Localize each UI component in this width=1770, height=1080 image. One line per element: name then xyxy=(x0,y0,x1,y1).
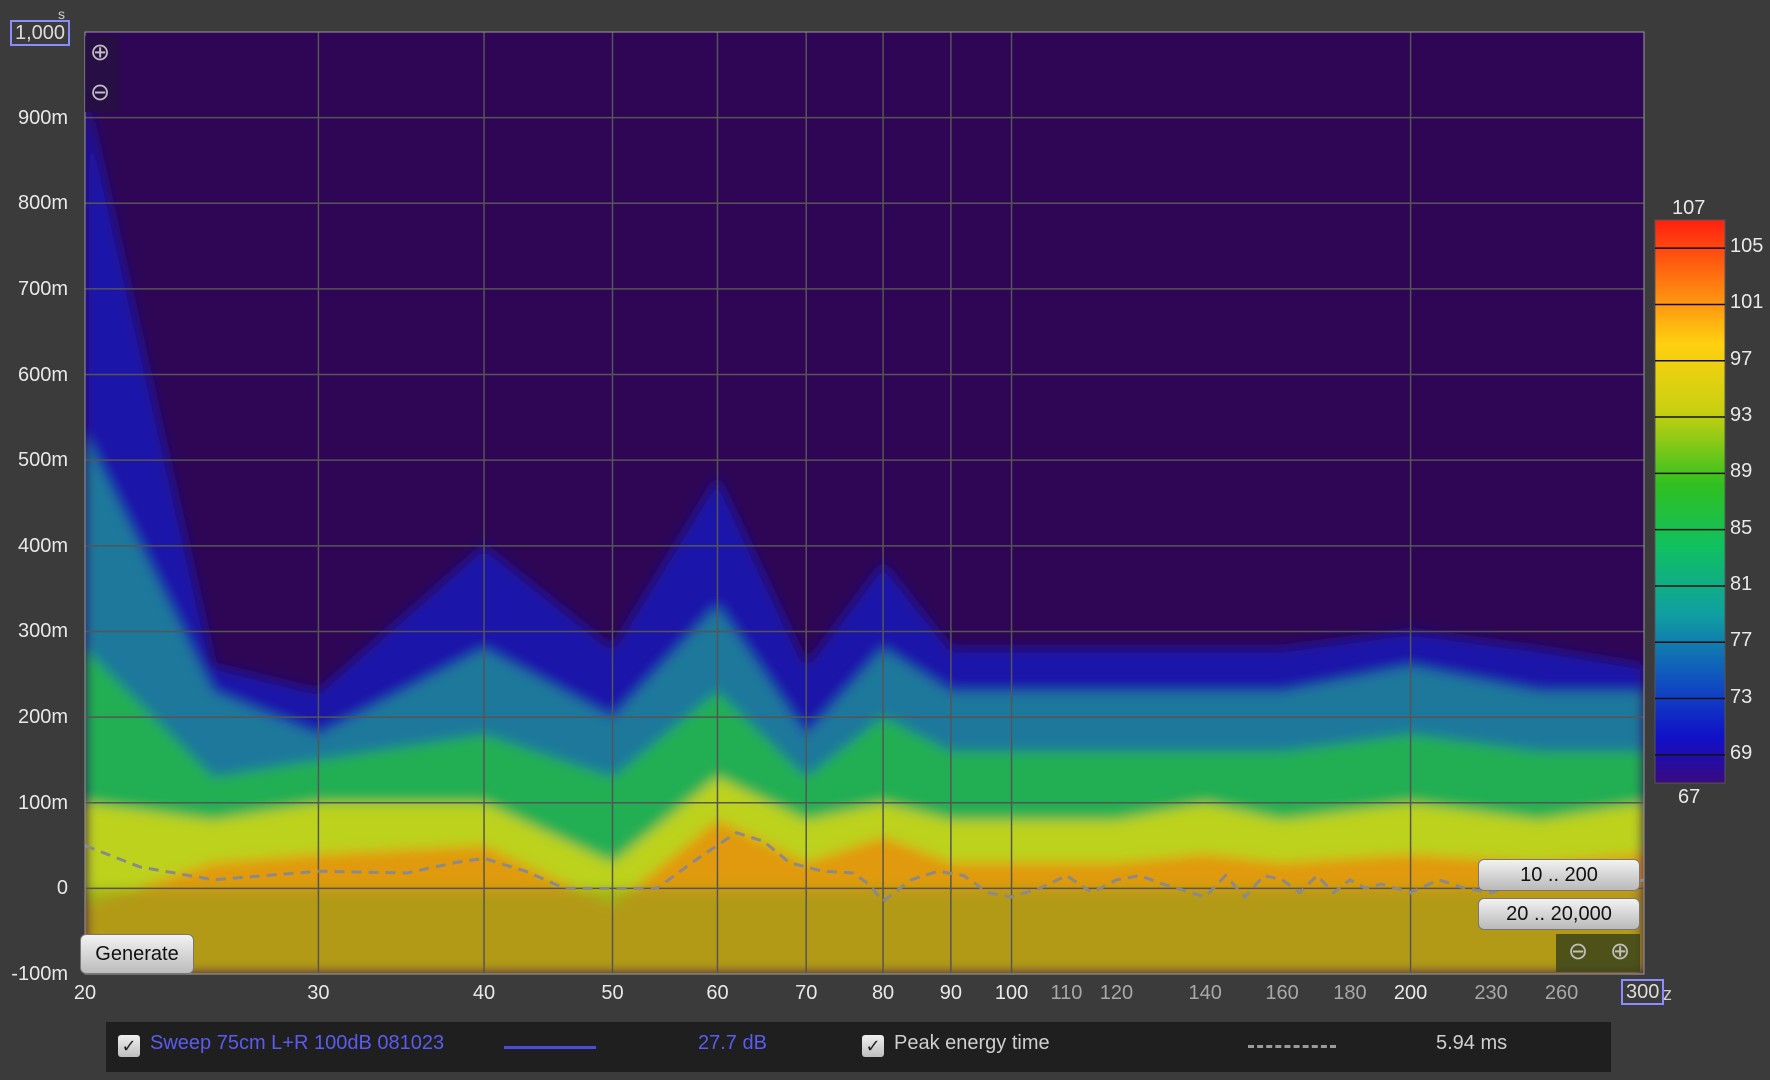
colorbar-tick-label: 85 xyxy=(1730,516,1753,539)
x-tick-label: 20 xyxy=(73,982,97,1004)
colorbar-tick-label: 89 xyxy=(1730,460,1753,483)
y-tick-label: 200m xyxy=(17,706,68,729)
x-tick-label: 180 xyxy=(1333,982,1367,1004)
x-tick-label: 260 xyxy=(1544,982,1579,1004)
y-tick-label: 300m xyxy=(17,620,68,643)
measurement-line-swatch xyxy=(504,1046,596,1049)
legend-bar: ✓ Sweep 75cm L+R 100dB 081023 27.7 dB ✓ … xyxy=(106,1022,1611,1072)
x-tick-label: 50 xyxy=(601,982,624,1004)
x-tick-label: 30 xyxy=(307,982,330,1004)
x-tick-label: 100 xyxy=(994,982,1029,1004)
zoom-in-vertical-icon[interactable]: ⊕ xyxy=(87,40,113,66)
x-tick-label: 80 xyxy=(871,982,895,1004)
peak-energy-line-swatch xyxy=(1248,1045,1336,1048)
colorbar-tick-label: 101 xyxy=(1730,291,1764,314)
x-tick-label: 120 xyxy=(1099,982,1134,1004)
y-tick-label: 0 xyxy=(56,877,68,900)
colorbar-tick-label: 97 xyxy=(1730,347,1753,370)
colorbar-tick-label: 105 xyxy=(1730,235,1764,258)
x-tick-label: 200 xyxy=(1393,982,1428,1004)
x-unit-suffix: z xyxy=(1663,984,1672,1004)
y-tick-label: -100m xyxy=(11,963,68,985)
colorbar-bottom-label: 67 xyxy=(1678,786,1701,808)
x-tick-label: 160 xyxy=(1265,982,1299,1004)
colorbar-tick-label: 77 xyxy=(1730,629,1753,652)
y-tick-label: 100m xyxy=(17,791,68,814)
x-tick-label: 140 xyxy=(1188,982,1222,1004)
x-tick-label: 90 xyxy=(939,982,962,1004)
peak-energy-checkbox[interactable]: ✓ xyxy=(862,1035,884,1057)
measurement-value: 27.7 dB xyxy=(698,1032,767,1054)
colorbar-tick-label: 81 xyxy=(1730,572,1753,595)
x-tick-label: 40 xyxy=(472,982,496,1004)
x-tick-label: 110 xyxy=(1050,982,1083,1004)
x-tick-label: 60 xyxy=(706,982,729,1004)
y-unit-fragment: s xyxy=(58,6,65,22)
time-range-button[interactable]: 10 .. 200 xyxy=(1478,859,1640,891)
measurement-checkbox[interactable]: ✓ xyxy=(118,1035,140,1057)
x-right-value-box[interactable]: 300 xyxy=(1621,979,1665,1005)
colorbar-tick-label: 69 xyxy=(1730,741,1753,764)
x-tick-label: 70 xyxy=(795,982,818,1004)
y-tick-label: 700m xyxy=(17,277,68,300)
y-top-value-box[interactable]: 1,000 xyxy=(10,20,71,46)
frequency-range-button[interactable]: 20 .. 20,000 xyxy=(1478,898,1640,930)
y-tick-label: 800m xyxy=(17,192,68,215)
zoom-out-vertical-icon[interactable]: ⊖ xyxy=(87,80,113,106)
zoom-in-horizontal-icon[interactable]: ⊕ xyxy=(1607,939,1633,965)
y-tick-label: 900m xyxy=(17,106,68,129)
y-tick-label: 600m xyxy=(17,363,68,386)
colorbar-top-label: 107 xyxy=(1672,197,1706,219)
peak-energy-label[interactable]: Peak energy time xyxy=(894,1032,1050,1055)
measurement-name[interactable]: Sweep 75cm L+R 100dB 081023 xyxy=(150,1032,444,1055)
colorbar-tick-label: 73 xyxy=(1730,685,1753,708)
zoom-out-horizontal-icon[interactable]: ⊖ xyxy=(1565,939,1591,965)
peak-energy-value: 5.94 ms xyxy=(1436,1032,1508,1054)
x-tick-label: 230 xyxy=(1474,982,1508,1004)
colorbar-tick-label: 93 xyxy=(1730,404,1753,427)
generate-button[interactable]: Generate xyxy=(80,934,194,974)
y-tick-label: 500m xyxy=(17,449,68,472)
y-tick-label: 400m xyxy=(17,534,68,557)
